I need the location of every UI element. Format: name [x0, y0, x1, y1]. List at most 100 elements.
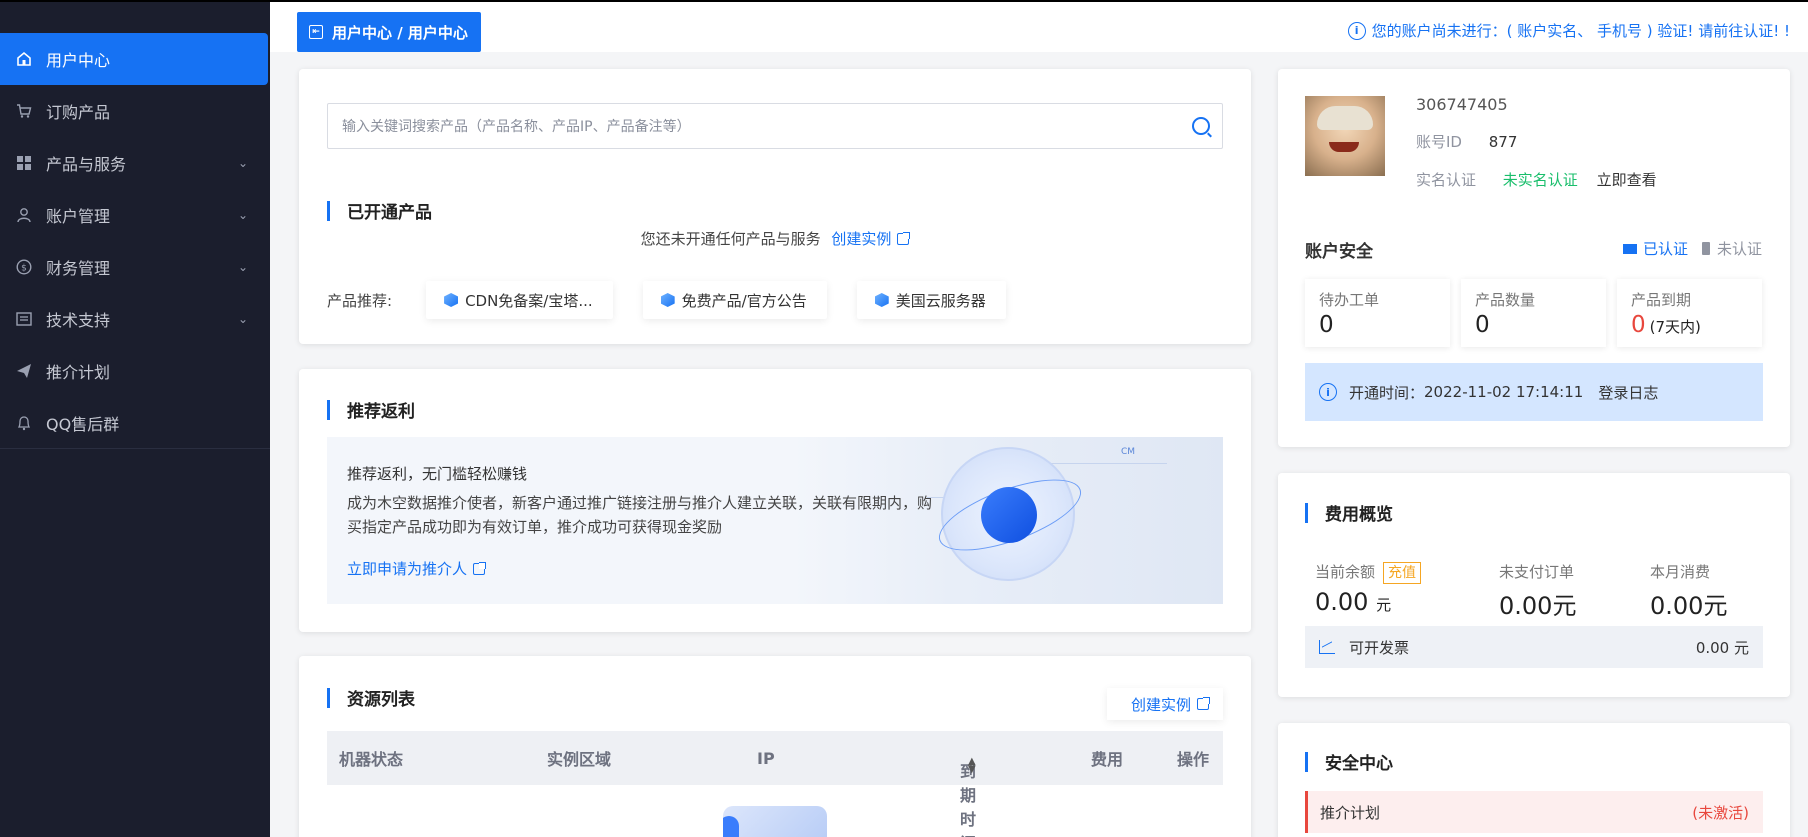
security-card: 安全中心 推介计划 (未激活) [1278, 723, 1790, 837]
sidebar-item-label: 用户中心 [46, 51, 111, 70]
breadcrumb-text: 用户中心 / 用户中心 [332, 23, 468, 42]
sidebar-item-user-center[interactable]: 用户中心 [0, 33, 268, 85]
realname-status: 未实名认证 [1502, 171, 1578, 189]
breadcrumb[interactable]: ⇤ 用户中心 / 用户中心 [297, 12, 481, 52]
products-card: 输入关键词搜索产品（产品名称、产品IP、产品备注等） 已开通产品 您还未开通任何… [299, 69, 1251, 344]
empty-products: 您还未开通任何产品与服务 创建实例 [299, 228, 1251, 249]
verified-label: 已认证 [1642, 240, 1688, 258]
sidebar-item-referral-plan[interactable]: 推介计划 [0, 345, 270, 397]
phone-icon [1701, 242, 1710, 255]
sidebar-item-tech-support[interactable]: 技术支持 ⌄ [0, 293, 270, 345]
product-expiring[interactable]: 产品到期 0 (7天内) [1617, 279, 1762, 347]
account-id: 账号ID 877 [1416, 133, 1518, 151]
sidebar: 用户中心 订购产品 产品与服务 ⌄ 账户管理 ⌄ $ 财务管理 ⌄ 技术支持 ⌄ [0, 0, 270, 837]
fees-card: 费用概览 当前余额 充值 0.00 元 未支付订单 0.00元 本月消费 0.00… [1278, 473, 1790, 697]
recharge-button[interactable]: 充值 [1383, 562, 1422, 584]
table-header: 机器状态 实例区域 IP 到期时间▲▼ 费用 操作 [327, 731, 1223, 837]
referral-headline: 推荐返利，无门槛轻松赚钱 [347, 465, 528, 483]
info-icon: i [1319, 383, 1337, 401]
column-header: 费用 [1091, 750, 1124, 769]
unverified-label: 未认证 [1716, 240, 1762, 258]
section-title: 推荐返利 [327, 397, 415, 422]
sidebar-item-finance-management[interactable]: $ 财务管理 ⌄ [0, 241, 270, 293]
unpaid-orders: 未支付订单 0.00元 [1499, 563, 1577, 620]
sidebar-item-label: 财务管理 [46, 259, 111, 278]
balance: 当前余额 充值 0.00 元 [1315, 561, 1422, 616]
info-icon: i [1347, 21, 1366, 40]
cm-badge: CM [1121, 447, 1136, 457]
section-title: 费用概览 [1305, 500, 1393, 525]
recommend-label: 产品推荐: [327, 291, 393, 310]
realname-row: 实名认证 未实名认证 立即查看 [1416, 171, 1657, 189]
external-link-icon [473, 562, 487, 575]
open-time-info: i 开通时间： 2022-11-02 17:14:11 登录日志 [1305, 363, 1763, 421]
recommend-chip[interactable]: CDN免备案/宝塔... [426, 281, 613, 319]
invoice-row[interactable]: 可开发票 0.00 元 [1305, 626, 1763, 668]
mail-icon [1622, 243, 1637, 254]
user-icon [16, 207, 32, 223]
column-header: IP [757, 748, 775, 768]
login-log-link[interactable]: 登录日志 [1598, 382, 1658, 403]
sort-icon: ▲ ▼ [968, 756, 976, 775]
sidebar-item-label: 产品与服务 [46, 155, 127, 174]
bell-icon [16, 415, 32, 431]
globe-illustration [930, 447, 1090, 581]
search-icon[interactable] [1192, 117, 1210, 135]
sidebar-item-qq-group[interactable]: QQ售后群 [0, 397, 270, 449]
dollar-icon: $ [16, 259, 32, 275]
svg-text:$: $ [21, 264, 27, 274]
list-icon [16, 311, 32, 327]
referral-description: 成为木空数据推介使者，新客户通过推广链接注册与推介人建立关联，关联有限期内，购买… [347, 494, 933, 536]
external-link-icon [897, 232, 911, 245]
auth-status: 已认证 未认证 [1622, 238, 1762, 259]
topbar: ⇤ 用户中心 / 用户中心 i 您的账户尚未进行：( 账户实名、 手机号 ) 验… [270, 0, 1808, 52]
create-instance-button[interactable]: 创建实例 [1106, 688, 1223, 720]
recommend-row: 产品推荐: CDN免备案/宝塔... 免费产品/官方公告 美国云服务器 [327, 281, 1006, 319]
inactive-status: (未激活) [1692, 803, 1749, 822]
section-title: 安全中心 [1305, 749, 1393, 774]
sidebar-item-account-management[interactable]: 账户管理 ⌄ [0, 189, 270, 241]
empty-illustration [723, 806, 827, 837]
cube-icon [660, 293, 675, 307]
chart-icon [1319, 640, 1335, 654]
referral-plan-row[interactable]: 推介计划 (未激活) [1305, 791, 1763, 833]
create-instance-link[interactable]: 创建实例 [831, 230, 911, 248]
chevron-down-icon: ⌄ [237, 208, 248, 222]
view-now-link[interactable]: 立即查看 [1597, 171, 1657, 189]
apply-referrer-link[interactable]: 立即申请为推介人 [347, 558, 487, 579]
external-link-icon [1197, 697, 1210, 710]
referral-card: 推荐返利 推荐返利，无门槛轻松赚钱 成为木空数据推介使者，新客户通过推广链接注册… [299, 369, 1251, 632]
account-card: 306747405 账号ID 877 实名认证 未实名认证 立即查看 账户安全 … [1278, 69, 1790, 447]
sidebar-item-label: 订购产品 [46, 103, 111, 122]
product-count[interactable]: 产品数量 0 [1461, 279, 1606, 347]
month-spend: 本月消费 0.00元 [1650, 563, 1728, 620]
referral-banner: 推荐返利，无门槛轻松赚钱 成为木空数据推介使者，新客户通过推广链接注册与推介人建… [327, 437, 1223, 604]
column-header: 机器状态 [339, 750, 404, 769]
notice-text: 您的账户尚未进行：( 账户实名、 手机号 ) 验证! 请前往认证! ! [1371, 22, 1790, 40]
sidebar-item-label: 技术支持 [46, 311, 111, 330]
sidebar-item-label: QQ售后群 [46, 414, 120, 434]
chevron-down-icon: ⌄ [237, 312, 248, 326]
recommend-chip[interactable]: 美国云服务器 [856, 281, 1006, 319]
sidebar-item-label: 账户管理 [46, 207, 111, 226]
recommend-chip[interactable]: 免费产品/官方公告 [642, 281, 827, 319]
sidebar-item-products-services[interactable]: 产品与服务 ⌄ [0, 137, 270, 189]
avatar[interactable] [1305, 96, 1385, 176]
chevron-down-icon: ⌄ [237, 260, 248, 274]
column-header: 操作 [1177, 750, 1210, 769]
column-header: 实例区域 [547, 750, 612, 769]
pending-tickets[interactable]: 待办工单 0 [1305, 279, 1450, 347]
grid-icon [16, 155, 32, 171]
search-placeholder: 输入关键词搜索产品（产品名称、产品IP、产品备注等） [342, 119, 691, 135]
username: 306747405 [1416, 95, 1508, 114]
cube-icon [444, 293, 459, 307]
verification-notice[interactable]: i 您的账户尚未进行：( 账户实名、 手机号 ) 验证! 请前往认证! ! [1347, 20, 1790, 41]
search-input[interactable]: 输入关键词搜索产品（产品名称、产品IP、产品备注等） [327, 103, 1223, 149]
chevron-down-icon: ⌄ [237, 156, 248, 170]
cube-icon [874, 293, 889, 307]
send-icon [16, 363, 32, 379]
sidebar-item-order-products[interactable]: 订购产品 [0, 85, 270, 137]
cart-icon [16, 103, 32, 119]
account-security-title: 账户安全 [1305, 242, 1373, 262]
login-icon: ⇤ [309, 25, 323, 39]
